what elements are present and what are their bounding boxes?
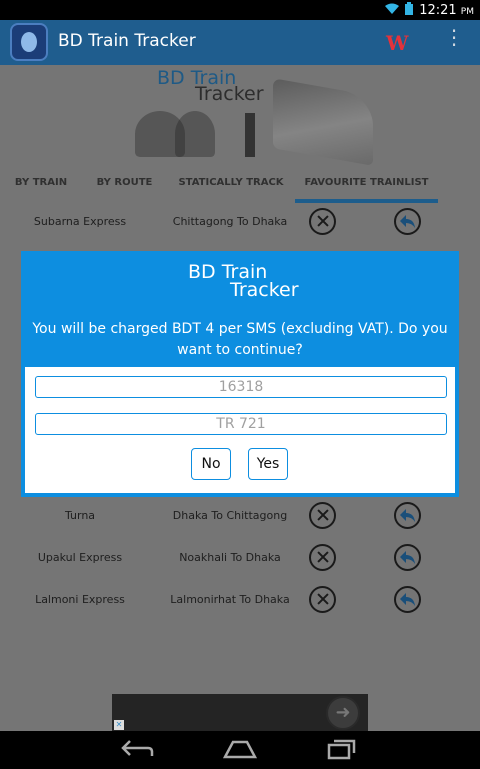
sms-confirm-dialog: BD Train Tracker You will be charged BDT… [21, 251, 459, 497]
train-route: Noakhali To Dhaka [179, 551, 281, 564]
tab-by-train[interactable]: BY TRAIN [0, 165, 82, 203]
overflow-menu-icon[interactable]: · · · [446, 21, 462, 56]
train-row: Turna Dhaka To Chittagong [0, 495, 480, 537]
remove-icon[interactable] [309, 208, 336, 235]
dialog-message: You will be charged BDT 4 per SMS (exclu… [32, 321, 448, 358]
yes-button[interactable]: Yes [248, 448, 288, 480]
tab-bar: BY TRAIN BY ROUTE STATICALLY TRACK FAVOU… [0, 165, 480, 203]
home-icon[interactable] [222, 738, 258, 764]
tab-statically-track[interactable]: STATICALLY TRACK [167, 165, 295, 203]
ad-close-icon[interactable]: ✕ [114, 720, 124, 730]
w-logo-icon[interactable]: W [386, 31, 408, 55]
recents-icon[interactable] [327, 738, 357, 764]
train-name: Upakul Express [37, 551, 123, 564]
back-arrow-icon[interactable] [394, 208, 421, 235]
remove-icon[interactable] [309, 586, 336, 613]
train-route: Dhaka To Chittagong [172, 509, 288, 522]
dialog-header: BD Train Tracker You will be charged BDT… [25, 255, 455, 367]
sms-number-field[interactable] [35, 376, 447, 398]
status-bar: 12:21 PM [0, 0, 480, 20]
tab-favourite-trainlist[interactable]: FAVOURITE TRAINLIST [295, 165, 438, 203]
banner-image: BD Train Tracker [95, 65, 385, 166]
train-row: Upakul Express Noakhali To Dhaka [0, 537, 480, 579]
banner-title-line2: Tracker [195, 83, 264, 105]
action-bar: BD Train Tracker W · · · [0, 20, 480, 65]
no-button[interactable]: No [191, 448, 231, 480]
remove-icon[interactable] [309, 544, 336, 571]
remove-icon[interactable] [309, 502, 336, 529]
train-route: Chittagong To Dhaka [172, 215, 288, 228]
app-title: BD Train Tracker [58, 31, 196, 51]
back-arrow-icon[interactable] [394, 544, 421, 571]
app-icon[interactable] [10, 23, 48, 61]
train-row: Lalmoni Express Lalmonirhat To Dhaka [0, 579, 480, 621]
dialog-logo-line2: Tracker [230, 279, 299, 301]
train-name: Subarna Express [33, 215, 127, 228]
navigation-bar [0, 731, 480, 769]
train-route: Lalmonirhat To Dhaka [170, 593, 290, 606]
train-name: Lalmoni Express [35, 593, 125, 606]
sms-text-field[interactable] [35, 413, 447, 435]
wifi-icon [385, 3, 400, 19]
ad-banner[interactable]: ➜ ✕ [112, 694, 368, 731]
back-arrow-icon[interactable] [394, 586, 421, 613]
back-icon[interactable] [120, 738, 154, 764]
clock: 12:21 PM [419, 3, 474, 18]
back-arrow-icon[interactable] [394, 502, 421, 529]
train-row: Subarna Express Chittagong To Dhaka [0, 201, 480, 243]
forward-arrow-icon[interactable]: ➜ [326, 696, 360, 730]
battery-icon [405, 2, 414, 19]
train-name: Turna [64, 509, 96, 522]
tab-by-route[interactable]: BY ROUTE [82, 165, 167, 203]
